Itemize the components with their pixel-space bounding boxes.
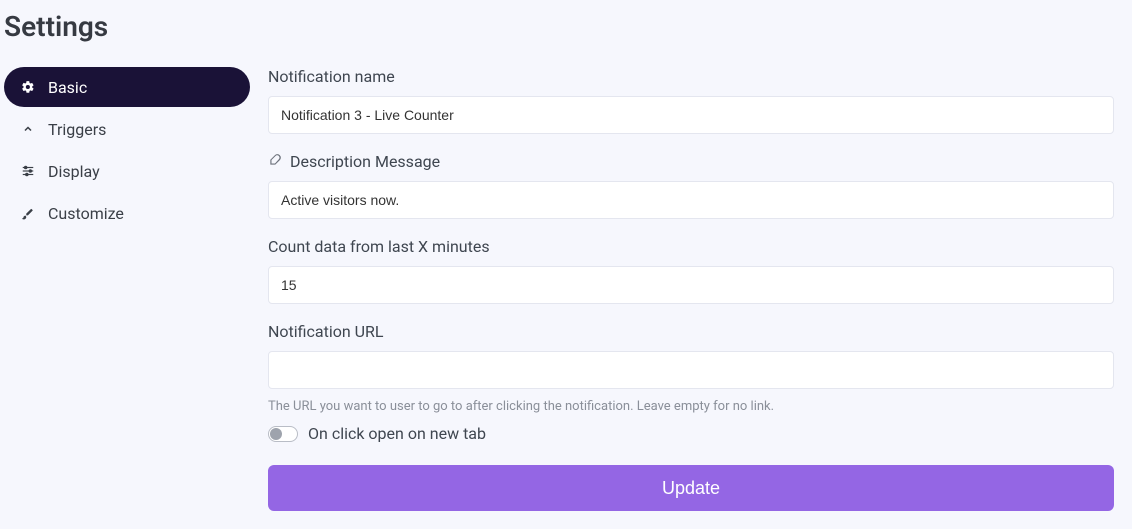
sidebar-item-label: Customize xyxy=(48,204,124,223)
url-help: The URL you want to user to go to after … xyxy=(268,399,1114,414)
settings-form: Notification name Description Message Co… xyxy=(268,67,1128,511)
newtab-toggle[interactable] xyxy=(268,426,298,442)
chevron-up-icon xyxy=(20,123,36,135)
sliders-icon xyxy=(20,164,36,178)
url-input[interactable] xyxy=(268,351,1114,389)
sidebar-item-display[interactable]: Display xyxy=(4,151,250,191)
count-input[interactable] xyxy=(268,266,1114,304)
update-button[interactable]: Update xyxy=(268,465,1114,511)
sidebar-item-customize[interactable]: Customize xyxy=(4,193,250,233)
description-label: Description Message xyxy=(290,152,440,171)
brush-icon xyxy=(20,206,36,220)
settings-sidebar: Basic Triggers Display Customize xyxy=(4,67,268,511)
gear-icon xyxy=(20,80,36,94)
sidebar-item-triggers[interactable]: Triggers xyxy=(4,109,250,149)
sidebar-item-label: Display xyxy=(48,162,100,181)
newtab-label: On click open on new tab xyxy=(308,424,486,443)
sidebar-item-label: Basic xyxy=(48,78,87,97)
page-title: Settings xyxy=(4,10,1128,43)
count-label: Count data from last X minutes xyxy=(268,237,1114,256)
description-input[interactable] xyxy=(268,181,1114,219)
name-label: Notification name xyxy=(268,67,1114,86)
feather-icon xyxy=(268,153,282,171)
url-label: Notification URL xyxy=(268,322,1114,341)
sidebar-item-basic[interactable]: Basic xyxy=(4,67,250,107)
name-input[interactable] xyxy=(268,96,1114,134)
sidebar-item-label: Triggers xyxy=(48,120,106,139)
